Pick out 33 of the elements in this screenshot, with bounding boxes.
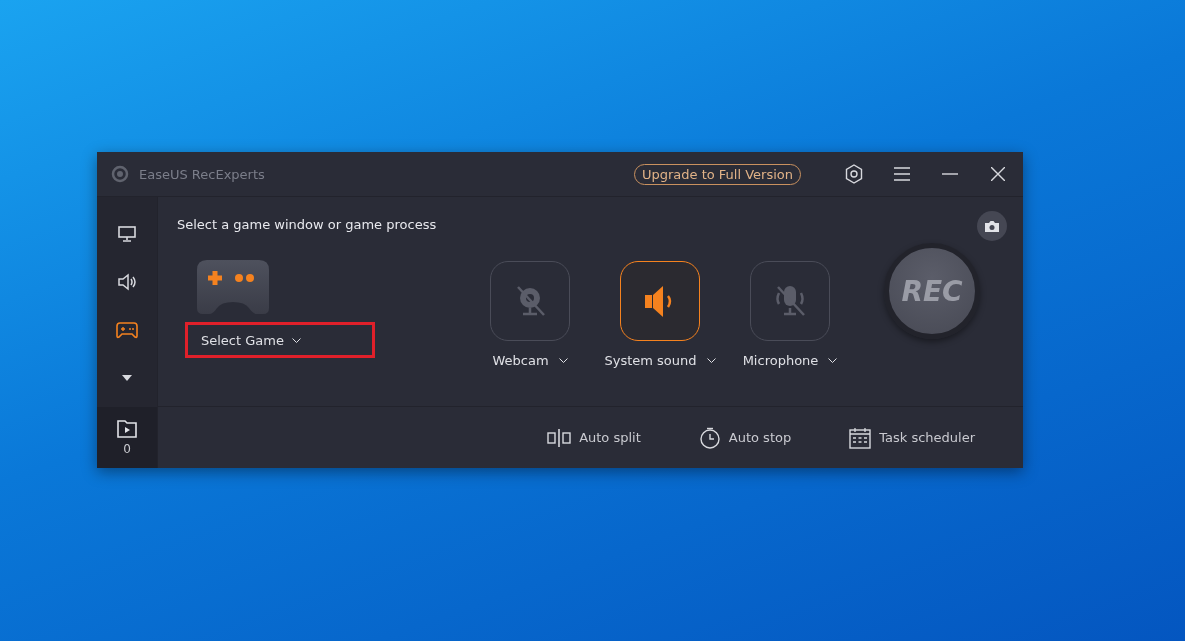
schedule-tool-button[interactable]: Task scheduler — [849, 426, 975, 449]
chevron-down-icon — [291, 337, 301, 343]
video-folder-icon[interactable] — [117, 419, 137, 438]
menu-icon — [894, 167, 910, 181]
microphone-toggle[interactable] — [750, 261, 830, 341]
close-icon — [991, 167, 1005, 181]
window-title: EaseUS RecExperts — [139, 166, 266, 182]
source-dropdown[interactable]: Microphone — [742, 353, 838, 368]
source-dropdown[interactable]: Webcam — [492, 353, 568, 368]
chevron-down-icon — [828, 358, 838, 363]
speaker-toggle[interactable] — [620, 261, 700, 341]
dropdown-triangle-icon — [121, 374, 133, 382]
recordings-count: 0 — [123, 441, 131, 456]
chevron-down-icon — [706, 358, 716, 363]
source-dropdown[interactable]: System sound — [604, 353, 716, 368]
gamepad-icon — [116, 321, 138, 339]
split-icon — [547, 427, 572, 448]
webcam-toggle[interactable] — [490, 261, 570, 341]
stopwatch-icon — [698, 426, 721, 449]
split-tool-button[interactable]: Auto split — [547, 427, 641, 448]
chevron-down-icon — [558, 358, 568, 363]
camera-icon — [984, 219, 1000, 233]
app-logo-icon — [111, 165, 129, 183]
monitor-icon — [118, 226, 136, 242]
stop-tool-button[interactable]: Auto stop — [698, 426, 792, 449]
speaker-icon — [117, 273, 137, 291]
gamepad-icon — [195, 258, 271, 316]
section-heading: Select a game window or game process — [177, 217, 438, 232]
game-select-dropdown[interactable]: Select Game — [185, 322, 375, 358]
settings-icon — [845, 164, 863, 184]
screenshot-button[interactable] — [977, 211, 1007, 241]
minimize-icon — [942, 173, 958, 175]
calendar-icon — [849, 426, 872, 449]
